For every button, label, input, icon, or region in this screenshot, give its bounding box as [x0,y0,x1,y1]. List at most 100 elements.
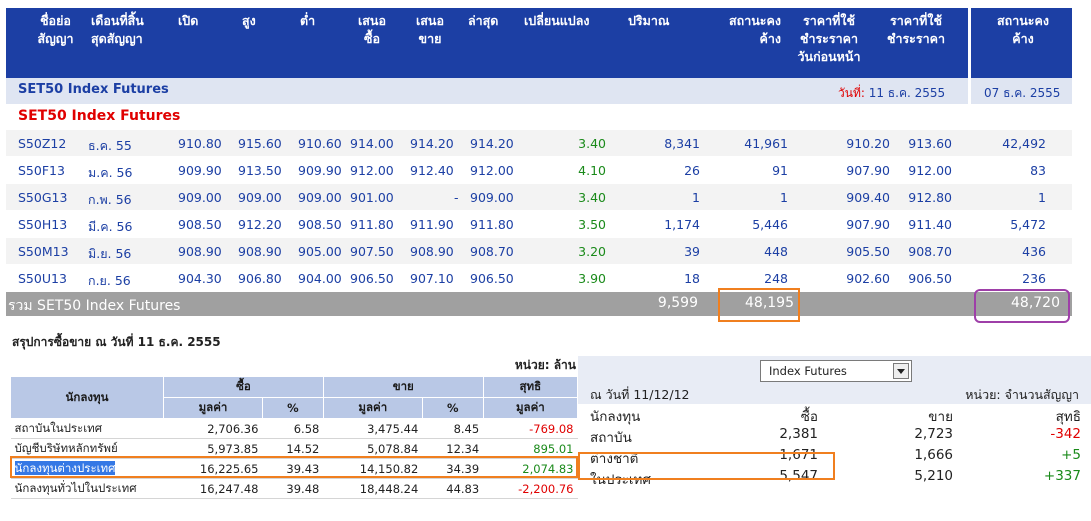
futures-cell: 436 [1022,244,1046,259]
futures-cell: 26 [684,163,700,178]
futures-cell: 905.00 [298,244,342,259]
contract-link[interactable]: S50M13 [18,244,69,259]
futures-cell: 909.40 [846,190,890,205]
futures-table: ชื่อย่อ สัญญา เดือนที่สิ้น สุดสัญญา เปิด… [6,8,1072,323]
contract-link[interactable]: S50U13 [18,271,67,286]
summary-cell-name: นักลงทุนทั่วไปในประเทศ [10,478,164,499]
chevron-down-icon[interactable] [893,363,909,379]
summary-cell-net: -2,200.76 [483,478,578,499]
investor-summary: สรุปการซื้อขาย ณ วันที่ 11 ธ.ค. 2555 หน่… [10,333,579,499]
futures-cell: 1 [1038,190,1046,205]
panel-header-row: นักลงทุน ซื้อ ขาย สุทธิ [578,404,1091,425]
panel-cell-net: +5 [1061,447,1081,463]
futures-cell: 5,472 [1010,217,1046,232]
col-expiry: เดือนที่สิ้น สุดสัญญา [91,13,144,46]
futures-cell: 914.20 [410,136,454,151]
h-investor: นักลงทุน [10,376,164,419]
total-label: รวม SET50 Index Futures [8,298,181,314]
product-dropdown[interactable]: Index Futures [760,360,912,382]
h-buy-pct: % [261,397,324,419]
col-change: เปลี่ยนแปลง [524,13,590,28]
col-high: สูง [242,13,256,28]
panel-cell-sell: 1,666 [914,447,953,463]
futures-cell: 236 [1022,271,1046,286]
futures-cell: 912.00 [470,163,514,178]
futures-cell: 248 [764,271,788,286]
futures-cell: 909.00 [470,190,514,205]
futures-cell: 41,961 [744,136,788,151]
futures-cell: 908.50 [178,217,222,232]
p-h-sell: ขาย [928,409,953,425]
futures-cell: 904.00 [298,271,342,286]
futures-cell: 912.40 [410,163,454,178]
futures-row: S50U13 ก.ย. 56 904.30 906.80 904.00 906.50 907… [6,265,1072,292]
contract-link[interactable]: S50F13 [18,163,65,178]
futures-cell: ม.ค. 56 [88,165,133,180]
segment-title: SET50 Index Futures [18,82,169,97]
h-net: สุทธิ [482,376,579,398]
futures-cell: 906.50 [470,271,514,286]
futures-cell: 3.20 [578,244,606,259]
panel-cell-sell: 5,210 [914,468,953,484]
contract-link[interactable]: S50H13 [18,217,67,232]
segment-row: SET50 Index Futures วันที่: 11 ธ.ค. 2555… [6,78,1072,104]
panel-toolbar: Index Futures [578,356,1091,382]
col-open: เปิด [178,13,199,28]
foreign-highlight-box [10,456,578,478]
futures-cell: 39 [684,244,700,259]
panel-cell-buy: 2,381 [779,426,818,442]
futures-cell: 909.00 [178,190,222,205]
futures-cell: 907.90 [846,217,890,232]
futures-cell: 912.00 [908,163,952,178]
futures-cell: 906.50 [350,271,394,286]
summary-cell-sell-pct: 8.45 [422,418,484,439]
futures-cell: 908.70 [470,244,514,259]
futures-row: S50M13 มิ.ย. 56 908.90 908.90 905.00 907.50 90… [6,238,1072,265]
col-settle: ราคาที่ใช้ ชำระราคา [886,13,946,46]
futures-cell: ธ.ค. 55 [88,138,132,153]
futures-cell: 1 [780,190,788,205]
futures-cell: 901.00 [350,190,394,205]
futures-cell: 3.40 [578,190,606,205]
futures-cell: 8,341 [664,136,700,151]
futures-cell: 909.90 [178,163,222,178]
futures-cell: 913.60 [908,136,952,151]
contract-link[interactable]: S50Z12 [18,136,66,151]
futures-cell: 912.80 [908,190,952,205]
futures-cell: 5,446 [752,217,788,232]
summary-row: สถาบันในประเทศ 2,706.36 6.58 3,475.44 8.45 -7… [10,418,578,439]
futures-cell: 3.50 [578,217,606,232]
col-low: ต่ำ [300,13,316,28]
p-h-net: สุทธิ [1055,409,1081,425]
panel-cell-sell: 2,723 [914,426,953,442]
prev-date: 07 ธ.ค. 2555 [984,86,1061,100]
futures-cell: 911.80 [350,217,394,232]
col-volume: ปริมาณ [628,13,670,28]
column-divider [968,8,971,78]
panel-unit: หน่วย: จำนวนสัญญา [965,387,1079,402]
col-last: ล่าสุด [468,13,499,28]
futures-cell: 914.20 [470,136,514,151]
futures-cell: 4.10 [578,163,606,178]
p-h-investor: นักลงทุน [590,409,641,425]
col-offer: เสนอ ขาย [416,13,444,46]
h-sell-value: มูลค่า [322,397,423,419]
contract-link[interactable]: S50G13 [18,190,67,205]
futures-cell: มิ.ย. 56 [88,246,132,261]
futures-cell: 906.80 [238,271,282,286]
futures-cell: ก.พ. 56 [88,192,132,207]
futures-rows: S50Z12 ธ.ค. 55 910.80 915.60 910.60 914.00 914… [6,130,1072,292]
summary-cell-sell-pct: 44.83 [422,478,484,499]
summary-cell-buy-pct: 39.48 [262,478,324,499]
futures-cell: 91 [772,163,788,178]
futures-cell: 911.90 [410,217,454,232]
futures-cell: 908.90 [178,244,222,259]
futures-cell: 908.70 [908,244,952,259]
h-buy: ซื้อ [163,376,324,398]
h-sell: ขาย [322,376,484,398]
p-h-buy: ซื้อ [800,409,818,425]
futures-cell: 908.50 [298,217,342,232]
futures-cell: 915.60 [238,136,282,151]
oi-highlight-box [718,288,800,322]
futures-cell: 448 [764,244,788,259]
